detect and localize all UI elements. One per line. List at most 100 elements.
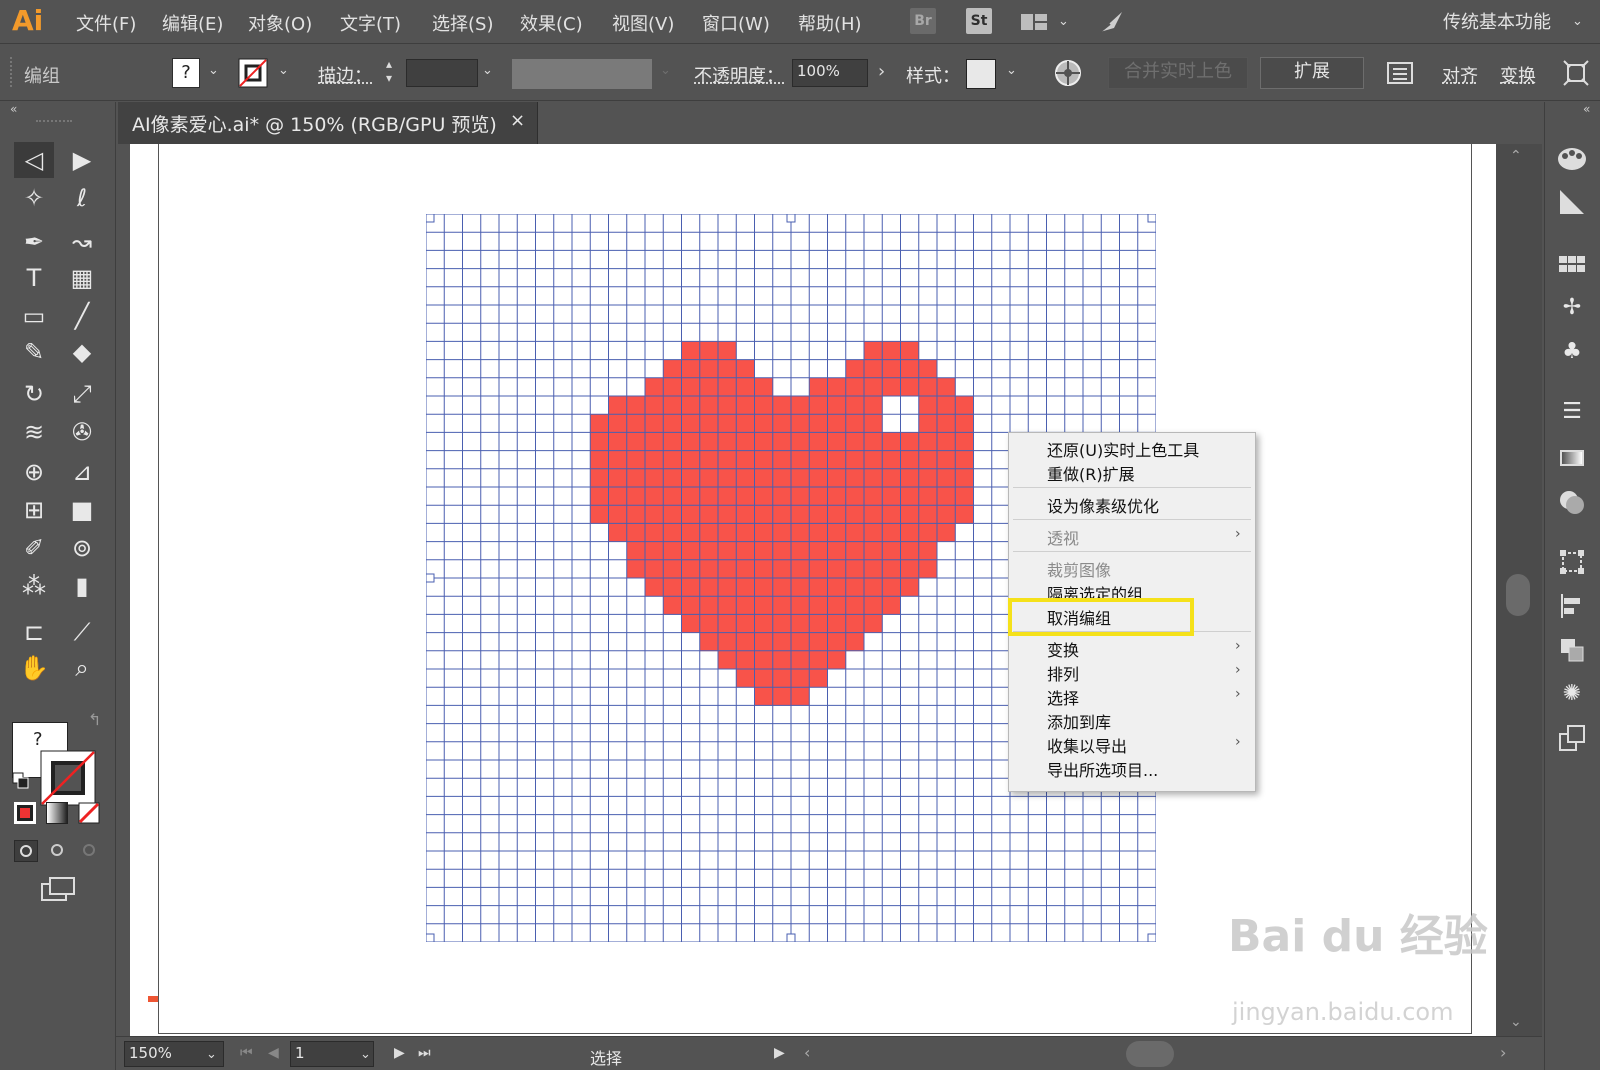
- gradient-mode-icon[interactable]: [46, 802, 68, 824]
- graphic-style-swatch[interactable]: [966, 59, 996, 89]
- stroke-weight-stepper[interactable]: ▴ ▾: [378, 57, 400, 89]
- context-menu-item-9[interactable]: 选择: [1047, 685, 1079, 709]
- fill-dropdown-icon[interactable]: ⌄: [208, 63, 219, 78]
- menu-item-0[interactable]: 文件(F): [76, 10, 136, 36]
- shape-builder-tool-icon[interactable]: ⊕: [14, 454, 54, 490]
- eraser-tool-icon[interactable]: ◆: [62, 334, 102, 370]
- vertical-scrollbar[interactable]: ⌃ ⌄: [1496, 144, 1542, 1036]
- zoom-tool-icon[interactable]: ⌕: [62, 650, 102, 686]
- symbols-icon[interactable]: ♣: [1556, 336, 1588, 368]
- swatches-icon[interactable]: [1556, 248, 1588, 280]
- bridge-button[interactable]: Br: [910, 8, 936, 34]
- rectangle-tool-icon[interactable]: ▭: [14, 298, 54, 334]
- width-tool-icon[interactable]: ≋: [14, 414, 54, 450]
- column-graph-tool-icon[interactable]: ▮: [62, 568, 102, 604]
- context-menu-item-1[interactable]: 重做(R)扩展: [1047, 461, 1135, 485]
- bounding-box-handle[interactable]: [786, 933, 796, 942]
- next-artboard-icon[interactable]: ▶: [394, 1045, 405, 1061]
- menu-item-5[interactable]: 效果(C): [520, 10, 583, 36]
- table-grid-tool-icon[interactable]: ▦: [62, 260, 102, 296]
- context-menu-item-7[interactable]: 变换: [1047, 637, 1079, 661]
- default-fill-stroke-icon[interactable]: [12, 772, 30, 790]
- bounding-box-handle[interactable]: [1147, 933, 1156, 942]
- selection-tool-icon[interactable]: ◁: [14, 142, 54, 178]
- transform-panel-link[interactable]: 变换: [1500, 62, 1536, 88]
- recolor-artwork-icon[interactable]: [1054, 59, 1082, 87]
- scroll-up-icon[interactable]: ⌃: [1510, 148, 1522, 164]
- scroll-right-icon[interactable]: ›: [1500, 1043, 1506, 1062]
- menu-item-1[interactable]: 编辑(E): [162, 10, 223, 36]
- profile-dropdown-icon[interactable]: ⌄: [660, 63, 671, 78]
- grip-handle[interactable]: [10, 57, 16, 87]
- stroke-panel-icon[interactable]: ☰: [1556, 396, 1588, 428]
- zoom-dropdown-icon[interactable]: ⌄: [206, 1047, 217, 1062]
- scroll-left-icon[interactable]: ‹: [804, 1043, 810, 1062]
- opacity-input[interactable]: 100%: [792, 59, 868, 87]
- draw-behind-icon[interactable]: [46, 840, 70, 862]
- stroke-weight-dropdown-icon[interactable]: ⌄: [482, 63, 493, 78]
- brushes-icon[interactable]: ✢: [1556, 292, 1588, 324]
- rotate-tool-icon[interactable]: ↻: [14, 376, 54, 412]
- isolate-group-icon[interactable]: [1562, 59, 1590, 87]
- blend-tool-icon[interactable]: ⊚: [62, 530, 102, 566]
- bounding-box-handle[interactable]: [426, 214, 435, 223]
- bounding-box-handle[interactable]: [1147, 214, 1156, 223]
- puppet-warp-tool-icon[interactable]: ✇: [62, 414, 102, 450]
- color-palette-icon[interactable]: [1556, 142, 1588, 174]
- artboard-tool-icon[interactable]: ⊏: [14, 614, 54, 650]
- stroke-dropdown-icon[interactable]: ⌄: [278, 63, 289, 78]
- pen-tool-icon[interactable]: ✒: [14, 224, 54, 260]
- horizontal-scroll-thumb[interactable]: [1126, 1041, 1174, 1067]
- lasso-tool-icon[interactable]: ℓ: [62, 180, 102, 216]
- stroke-label[interactable]: 描边：: [318, 62, 372, 88]
- panel-grip[interactable]: [36, 120, 72, 124]
- perspective-grid-tool-icon[interactable]: ⊿: [62, 454, 102, 490]
- context-menu-item-2[interactable]: 设为像素级优化: [1047, 493, 1159, 517]
- close-tab-icon[interactable]: ×: [510, 110, 525, 131]
- document-setup-icon[interactable]: [1386, 59, 1414, 87]
- bounding-box-handle[interactable]: [786, 214, 796, 223]
- magic-wand-tool-icon[interactable]: ✧: [14, 180, 54, 216]
- previous-artboard-icon[interactable]: ◀: [268, 1045, 279, 1061]
- context-menu-item-10[interactable]: 添加到库: [1047, 709, 1111, 733]
- bounding-box-handle[interactable]: [426, 933, 435, 942]
- stock-button[interactable]: St: [966, 8, 992, 34]
- first-artboard-icon[interactable]: ⏮: [240, 1045, 253, 1061]
- opacity-arrow-icon[interactable]: ›: [878, 61, 885, 82]
- hand-tool-icon[interactable]: ✋: [14, 650, 54, 686]
- eyedropper-tool-icon[interactable]: ✐: [14, 530, 54, 566]
- menu-item-4[interactable]: 选择(S): [432, 10, 493, 36]
- menu-item-3[interactable]: 文字(T): [340, 10, 401, 36]
- menu-item-7[interactable]: 窗口(W): [702, 10, 770, 36]
- stroke-swatch[interactable]: [238, 58, 268, 88]
- expand-panels-icon[interactable]: «: [1583, 102, 1590, 116]
- slice-tool-icon[interactable]: ⟋: [62, 614, 102, 650]
- direct-selection-tool-icon[interactable]: ▶: [62, 142, 102, 178]
- menu-item-8[interactable]: 帮助(H): [798, 10, 862, 36]
- last-artboard-icon[interactable]: ⏭: [418, 1045, 431, 1061]
- merge-live-paint-button[interactable]: 合并实时上色: [1108, 57, 1248, 89]
- color-guide-icon[interactable]: [1556, 186, 1588, 218]
- type-tool-icon[interactable]: T: [14, 260, 54, 296]
- symbol-sprayer-tool-icon[interactable]: ⁂: [14, 568, 54, 604]
- fill-swatch[interactable]: ?: [172, 58, 200, 88]
- stroke-color-box[interactable]: [40, 750, 96, 806]
- transparency-icon[interactable]: [1556, 486, 1588, 518]
- gradient-tool-icon[interactable]: ■: [62, 492, 102, 528]
- send-feather-icon[interactable]: [1096, 8, 1126, 36]
- pathfinder-icon[interactable]: [1556, 634, 1588, 666]
- context-menu-item-0[interactable]: 还原(U)实时上色工具: [1047, 437, 1199, 461]
- context-menu-item-8[interactable]: 排列: [1047, 661, 1079, 685]
- bounding-box-handle[interactable]: [426, 573, 435, 583]
- variable-width-profile[interactable]: [512, 59, 652, 89]
- curvature-tool-icon[interactable]: ↝: [62, 224, 102, 260]
- draw-normal-icon[interactable]: [14, 840, 38, 862]
- gradient-panel-icon[interactable]: [1556, 442, 1588, 474]
- transform-panel-icon[interactable]: [1556, 546, 1588, 578]
- scale-tool-icon[interactable]: ⤢: [62, 376, 102, 412]
- workspace-switcher[interactable]: 传统基本功能: [1443, 8, 1551, 34]
- collapse-panel-icon[interactable]: «: [10, 102, 17, 116]
- artboard-dropdown-icon[interactable]: ⌄: [360, 1047, 371, 1062]
- document-tab[interactable]: AI像素爱心.ai* @ 150% (RGB/GPU 预览) ×: [118, 102, 538, 144]
- expand-button[interactable]: 扩展: [1260, 57, 1364, 89]
